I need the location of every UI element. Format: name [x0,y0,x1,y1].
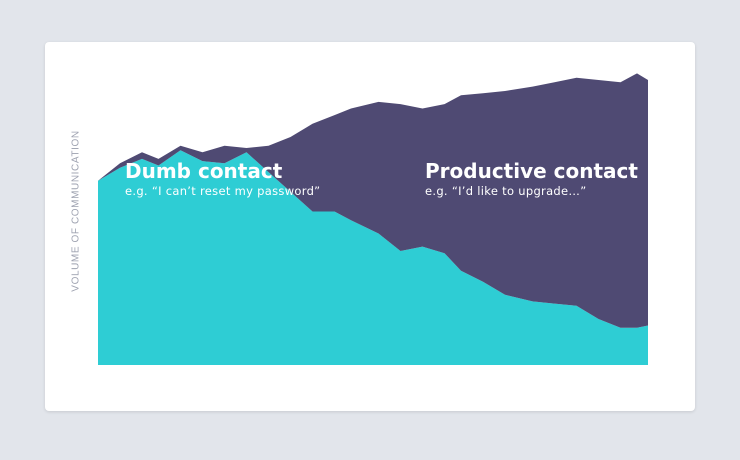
stacked-area-chart: Dumb contacte.g. “I can’t reset my passw… [98,73,648,365]
series-label-dumb-contact: Dumb contact [125,159,283,183]
series-example-productive-contact: e.g. “I’d like to upgrade…” [425,184,586,198]
series-example-dumb-contact: e.g. “I can’t reset my password” [125,184,320,198]
series-label-productive-contact: Productive contact [425,159,638,183]
